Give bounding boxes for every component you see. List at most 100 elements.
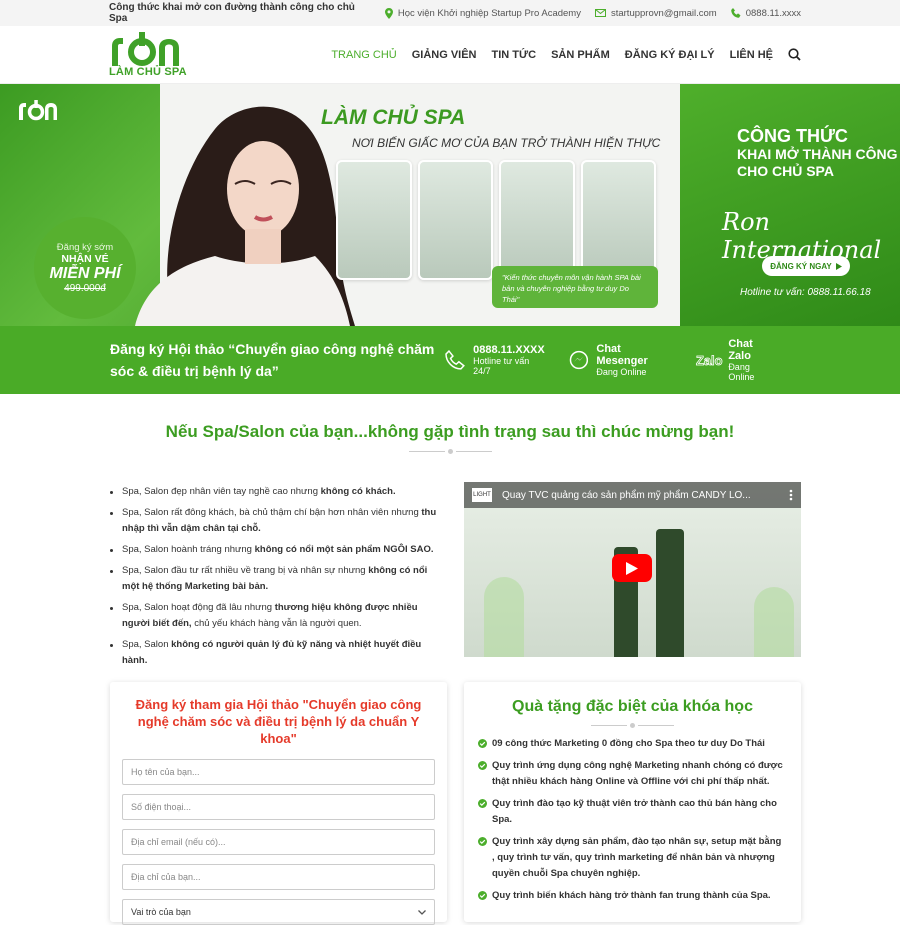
seminar-title: Đăng ký Hội thảo “Chuyển giao công nghệ … <box>110 341 435 379</box>
check-circle-icon <box>478 837 487 846</box>
banner-subheadline: NƠI BIẾN GIẤC MƠ CỦA BẠN TRỞ THÀNH HIỆN … <box>352 136 661 150</box>
gifts-divider <box>464 723 801 728</box>
nav-item-products[interactable]: SẢN PHẨM <box>551 49 610 61</box>
phone-icon <box>730 8 741 18</box>
phone-info[interactable]: 0888.11.xxxx <box>730 8 801 19</box>
form-title: Đăng ký tham gia Hội thảo "Chuyển giao c… <box>135 697 422 746</box>
promo-line3: MIỄN PHÍ <box>49 265 121 282</box>
address-field[interactable]: Địa chỉ của bạn... <box>122 864 435 890</box>
glassware <box>754 587 794 657</box>
list-item: Spa, Salon hoạt động đã lâu nhưng thương… <box>110 600 445 632</box>
spa-photo <box>336 160 412 280</box>
problems-section: Spa, Salon đẹp nhân viên tay nghề cao nh… <box>0 454 900 674</box>
promo-line2: NHẬN VÉ <box>61 253 109 265</box>
search-icon[interactable] <box>788 48 801 61</box>
registration-form: Đăng ký tham gia Hội thảo "Chuyển giao c… <box>110 682 447 925</box>
mail-icon <box>594 9 606 17</box>
spa-photo <box>417 160 493 280</box>
top-bar: Công thức khai mở con đường thành công c… <box>0 0 900 26</box>
gifts-title: Quà tặng đặc biệt của khóa học <box>512 698 753 715</box>
list-item: Spa, Salon đẹp nhân viên tay nghề cao nh… <box>110 484 445 500</box>
nav-item-news[interactable]: TIN TỨC <box>492 49 537 61</box>
email-field[interactable]: Địa chỉ email (nếu có)... <box>122 829 435 855</box>
check-circle-icon <box>478 739 487 748</box>
zalo-contact[interactable]: Zalo Chat Zalo Đang Online <box>695 338 778 382</box>
list-item: Spa, Salon hoành tráng nhưng không có nổ… <box>110 542 445 558</box>
nav-item-agency[interactable]: ĐĂNG KÝ ĐẠI LÝ <box>625 49 715 61</box>
banner-hotline: Hotline tư vấn: 0888.11.66.18 <box>740 287 871 298</box>
messenger-label: Chat Mesenger <box>596 343 648 367</box>
chevron-down-icon <box>418 909 426 915</box>
channel-logo: LIGHT <box>472 488 492 502</box>
video-title[interactable]: Quay TVC quảng cáo sản phẩm mỹ phẩm CAND… <box>502 490 789 501</box>
phone-field[interactable]: Số điện thoại... <box>122 794 435 820</box>
banner-headline: LÀM CHỦ SPA <box>321 106 466 129</box>
promo-price: 499.000đ <box>64 283 106 294</box>
ron-logo-white <box>19 100 57 121</box>
zalo-label: Chat Zalo <box>728 338 753 362</box>
list-item: Quy trình xây dựng sản phẩm, đào tạo nhâ… <box>478 834 785 882</box>
role-select[interactable]: Vai trò của bạn <box>122 899 435 925</box>
nav-item-home[interactable]: TRANG CHỦ <box>331 49 396 61</box>
site-header: LÀM CHỦ SPA TRANG CHỦ GIẢNG VIÊN TIN TỨC… <box>0 26 900 84</box>
check-circle-icon <box>478 891 487 900</box>
gifts-card: Quà tặng đặc biệt của khóa học 09 công t… <box>464 682 801 922</box>
play-icon <box>626 561 638 575</box>
tagline: Công thức khai mở con đường thành công c… <box>109 2 355 24</box>
play-button[interactable] <box>612 554 652 582</box>
check-circle-icon <box>478 761 487 770</box>
logo-subtitle: LÀM CHỦ SPA <box>109 65 187 78</box>
messenger-icon <box>569 350 588 370</box>
messenger-contact[interactable]: Chat Mesenger Đang Online <box>569 343 675 377</box>
phone-text[interactable]: 0888.11.xxxx <box>746 8 801 19</box>
seminar-bar: Đăng ký Hội thảo “Chuyển giao công nghệ … <box>0 326 900 394</box>
register-now-button[interactable]: ĐĂNG KÝ NGAY <box>762 256 850 276</box>
role-select-value: Vai trò của bạn <box>131 907 191 917</box>
promo-line1: Đăng ký sớm <box>56 242 114 253</box>
list-item: Quy trình đào tạo kỹ thuật viên trở thàn… <box>478 796 785 828</box>
glassware <box>484 577 524 657</box>
site-logo[interactable]: LÀM CHỦ SPA <box>109 31 199 78</box>
list-item: 09 công thức Marketing 0 đồng cho Spa th… <box>478 736 785 752</box>
spa-photo <box>580 160 656 280</box>
play-arrow-icon <box>835 262 842 270</box>
banner-quote: "Kiến thức chuyên môn vận hành SPA bài b… <box>492 266 658 308</box>
main-nav: TRANG CHỦ GIẢNG VIÊN TIN TỨC SẢN PHẨM ĐĂ… <box>199 48 801 61</box>
list-item: Spa, Salon không có người quản lý đủ kỹ … <box>110 637 445 669</box>
hotline-contact[interactable]: 0888.11.XXXX Hotline tư vấn 24/7 <box>445 344 548 376</box>
zalo-status: Đang Online <box>728 362 755 382</box>
phone-icon <box>445 350 466 370</box>
gifts-list: 09 công thức Marketing 0 đồng cho Spa th… <box>464 736 801 904</box>
messenger-status: Đang Online <box>596 367 647 377</box>
address-text: Học viện Khởi nghiệp Startup Pro Academy <box>397 7 581 19</box>
name-field[interactable]: Họ tên của bạn... <box>122 759 435 785</box>
nav-item-instructors[interactable]: GIẢNG VIÊN <box>412 49 477 61</box>
list-item: Quy trình biến khách hàng trở thành fan … <box>478 888 785 904</box>
model-photo <box>135 106 355 326</box>
map-pin-icon <box>384 7 393 19</box>
banner-right-title: CÔNG THỨC <box>737 126 848 146</box>
spa-photo <box>499 160 575 280</box>
hotline-number: 0888.11.XXXX <box>473 344 545 356</box>
problem-list: Spa, Salon đẹp nhân viên tay nghề cao nh… <box>110 484 445 674</box>
email-text[interactable]: startupprovn@gmail.com <box>611 8 717 19</box>
zalo-icon: Zalo <box>695 353 723 369</box>
svg-text:Zalo: Zalo <box>696 353 723 368</box>
ron-logo-mark <box>112 31 179 66</box>
hero-banner[interactable]: Đăng ký sớm NHẬN VÉ MIỄN PHÍ 499.000đ LÀ… <box>0 84 900 326</box>
hotline-sub: Hotline tư vấn 24/7 <box>473 356 530 376</box>
list-item: Spa, Salon rất đông khách, bà chủ thậm c… <box>110 505 445 537</box>
youtube-video[interactable]: LIGHT Quay TVC quảng cáo sản phẩm mỹ phẩ… <box>464 482 801 657</box>
product-bottle <box>656 529 684 657</box>
check-circle-icon <box>478 799 487 808</box>
banner-photo-strip <box>336 160 656 280</box>
banner-right-subtitle: KHAI MỞ THÀNH CÔNG CHO CHỦ SPA <box>737 146 898 179</box>
section-title: Nếu Spa/Salon của bạn...không gặp tình t… <box>165 422 735 441</box>
nav-item-contact[interactable]: LIÊN HỆ <box>730 49 773 61</box>
video-title-bar: LIGHT Quay TVC quảng cáo sản phẩm mỹ phẩ… <box>464 482 801 508</box>
more-options-icon[interactable] <box>789 489 793 501</box>
address-info: Học viện Khởi nghiệp Startup Pro Academy <box>384 7 581 19</box>
email-info[interactable]: startupprovn@gmail.com <box>594 8 717 19</box>
list-item: Quy trình ứng dụng công nghệ Marketing n… <box>478 758 785 790</box>
register-now-label: ĐĂNG KÝ NGAY <box>770 261 832 271</box>
